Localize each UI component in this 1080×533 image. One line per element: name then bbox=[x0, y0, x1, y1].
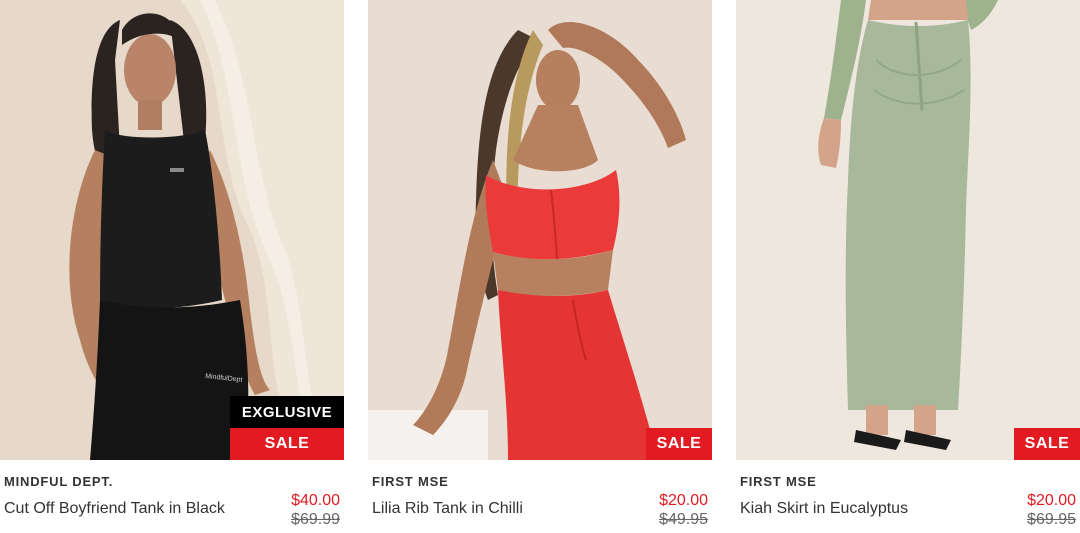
sale-price: $20.00 bbox=[1027, 492, 1076, 509]
product-name-link[interactable]: Lilia Rib Tank in Chilli bbox=[372, 500, 523, 518]
product-image[interactable]: SALE bbox=[368, 0, 712, 460]
sale-badge: SALE bbox=[230, 428, 344, 460]
sale-price: $40.00 bbox=[291, 492, 340, 509]
product-brand: FIRST MSE bbox=[740, 474, 817, 489]
product-image[interactable]: SALE bbox=[736, 0, 1080, 460]
original-price: $69.95 bbox=[1027, 511, 1076, 528]
product-brand: FIRST MSE bbox=[372, 474, 449, 489]
product-photo-kiah-skirt bbox=[736, 0, 1080, 460]
product-name-link[interactable]: Kiah Skirt in Eucalyptus bbox=[740, 500, 908, 518]
product-card[interactable]: SALE FIRST MSE Lilia Rib Tank in Chilli … bbox=[368, 0, 712, 533]
original-price: $49.95 bbox=[659, 511, 708, 528]
product-name-link[interactable]: Cut Off Boyfriend Tank in Black bbox=[4, 500, 225, 518]
sale-badge: SALE bbox=[646, 428, 712, 460]
product-card[interactable]: SALE FIRST MSE Kiah Skirt in Eucalyptus … bbox=[736, 0, 1080, 533]
product-photo-mindful-tank: MindfulDept bbox=[0, 0, 344, 460]
exclusive-badge: EXGLUSIVE bbox=[230, 396, 344, 428]
product-brand: MINDFUL DEPT. bbox=[4, 474, 114, 489]
product-image[interactable]: MindfulDept EXGLUSIVE SALE bbox=[0, 0, 344, 460]
sale-price: $20.00 bbox=[659, 492, 708, 509]
product-card[interactable]: MindfulDept EXGLUSIVE SALE MINDFUL DEPT.… bbox=[0, 0, 344, 533]
product-photo-lilia-tank bbox=[368, 0, 712, 460]
original-price: $69.99 bbox=[291, 511, 340, 528]
sale-badge: SALE bbox=[1014, 428, 1080, 460]
